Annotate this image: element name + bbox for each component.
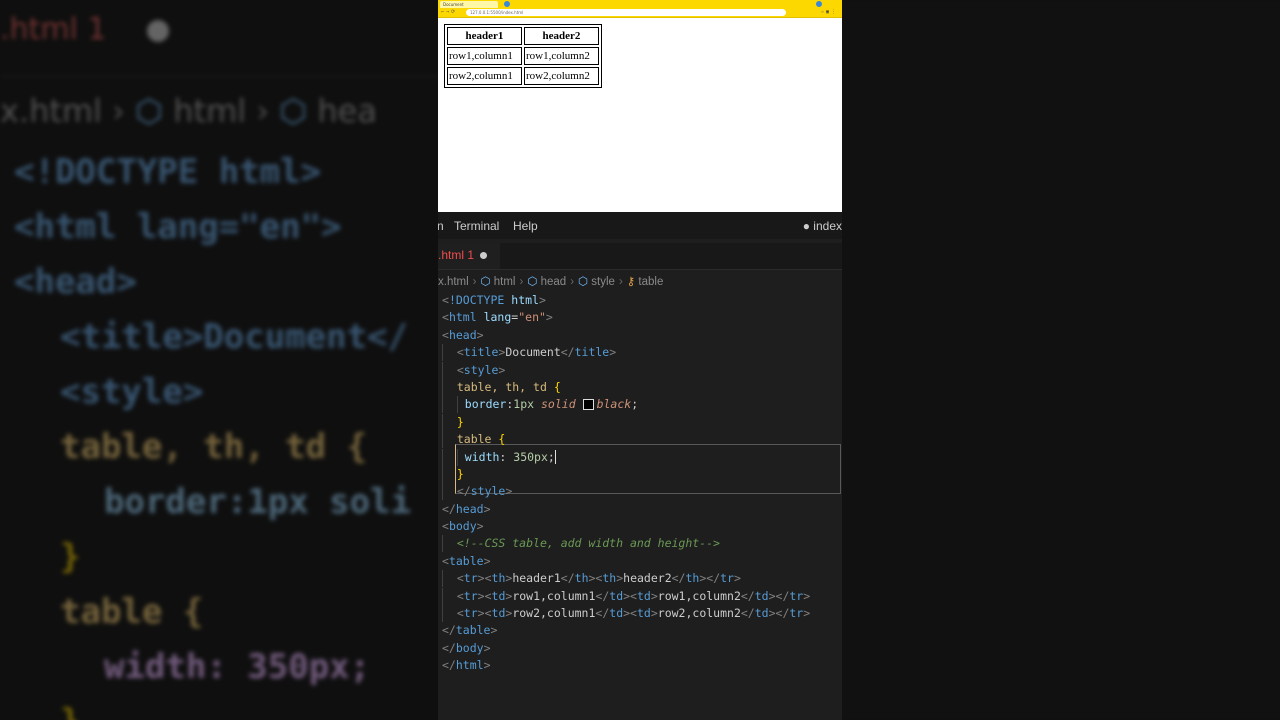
text-cursor xyxy=(554,450,556,465)
browser-tab[interactable]: Document xyxy=(440,1,498,8)
menu-item-help[interactable]: Help xyxy=(513,219,538,233)
code-line: <tr><th>header1</th><th>header2</th></tr… xyxy=(442,570,810,588)
center-recording: Document ←→⟳ 127.0.0.1:5500/index.html ☆… xyxy=(438,0,842,720)
breadcrumb-head[interactable]: head xyxy=(541,276,567,288)
bg-line-1: <!DOCTYPE html> xyxy=(14,152,322,192)
code-line: </style> xyxy=(442,483,810,501)
breadcrumb-file[interactable]: x.html xyxy=(438,276,469,288)
address-bar[interactable]: 127.0.0.1:5500/index.html xyxy=(466,9,786,16)
table-header-cell: header1 xyxy=(447,27,522,45)
breadcrumb-table[interactable]: table xyxy=(638,276,663,288)
bg-line-7: border:1px soli xyxy=(104,482,412,522)
editor-tab-name: .html 1 xyxy=(438,248,475,262)
code-line: <tr><td>row1,column1</td><td>row1,column… xyxy=(442,587,810,605)
code-line: <html lang="en"> xyxy=(442,310,553,325)
rendered-table: header1 header2 row1,column1 row1,column… xyxy=(444,24,602,88)
menu-item-partial[interactable]: n xyxy=(438,219,444,233)
menu-bar: n Terminal Help ● index xyxy=(438,212,842,239)
color-swatch-icon[interactable] xyxy=(582,399,594,411)
cube-icon: ⬡ xyxy=(527,276,538,288)
bg-line-11: } xyxy=(60,702,80,720)
bg-line-10: width: 350px; xyxy=(104,647,371,687)
bg-line-3: <head> xyxy=(14,262,137,302)
bg-line-6: table, th, td { xyxy=(60,427,368,467)
code-line: border:1px solid black; xyxy=(442,396,810,414)
bg-unsaved-dot xyxy=(146,19,169,42)
code-line: </html> xyxy=(442,658,491,673)
breadcrumb: x.html › ⬡ html › ⬡ head › ⬡ style › ⚷ table xyxy=(438,276,664,288)
code-line: </head> xyxy=(442,501,491,516)
bg-line-5: <style> xyxy=(60,372,204,412)
cube-icon: ⬡ xyxy=(578,276,589,288)
menu-item-terminal[interactable]: Terminal xyxy=(454,219,499,233)
code-line: <tr><td>row2,column1</td><td>row2,column… xyxy=(442,605,810,623)
bg-tab: .html 1 xyxy=(0,12,169,47)
address-bar-url: 127.0.0.1:5500/index.html xyxy=(470,10,524,15)
vscode-editor: n Terminal Help ● index .html 1 x.html › ⬡… xyxy=(438,212,842,720)
bg-cube-icon: ⬡ xyxy=(135,92,164,130)
table-row: row1,column1 row1,column2 xyxy=(447,47,599,65)
bg-line-9: table { xyxy=(60,592,204,632)
cube-icon: ⬡ xyxy=(480,276,491,288)
code-area[interactable]: <!DOCTYPE html> <html lang="en"> <head> … xyxy=(442,292,810,675)
unsaved-dot-icon[interactable] xyxy=(480,252,488,260)
nav-arrows-icon[interactable]: ←→⟳ xyxy=(441,10,457,15)
background-zoom-left: .html 1 x.html › ⬡ html › ⬡ hea <!DOCTYP… xyxy=(0,0,438,720)
code-line: <!--CSS table, add width and height--> xyxy=(442,535,810,553)
editor-tab-bar: .html 1 xyxy=(438,243,842,270)
table-header-cell: header2 xyxy=(524,27,599,45)
code-line: table, th, td { xyxy=(442,378,810,396)
code-line: width: 350px; xyxy=(442,448,810,466)
bg-bread-html: html xyxy=(173,92,247,130)
bg-line-8: } xyxy=(60,537,81,577)
code-line: <title>Document</title> xyxy=(442,344,810,362)
editor-tab[interactable]: .html 1 xyxy=(438,243,500,269)
table-cell: row2,column2 xyxy=(524,67,599,85)
new-tab-icon[interactable] xyxy=(504,1,510,7)
table-cell: row1,column1 xyxy=(447,47,522,65)
code-line: <head> xyxy=(442,327,484,342)
browser-tab-title: Document xyxy=(443,2,464,7)
table-cell: row2,column1 xyxy=(447,67,522,85)
code-line: </table> xyxy=(442,623,498,638)
code-line: <!DOCTYPE html> xyxy=(442,293,546,307)
bg-bread-file: x.html xyxy=(0,92,102,130)
profile-icon[interactable] xyxy=(816,1,822,7)
bg-tab-name: .html 1 xyxy=(0,12,107,47)
browser-window: Document ←→⟳ 127.0.0.1:5500/index.html ☆… xyxy=(438,0,842,212)
browser-toolbar: ←→⟳ 127.0.0.1:5500/index.html ☆▣⋮ xyxy=(438,8,842,18)
code-line: <body> xyxy=(442,519,484,534)
table-header-row: header1 header2 xyxy=(447,27,599,45)
code-line: } xyxy=(442,413,810,431)
breadcrumb-style[interactable]: style xyxy=(591,276,615,288)
selector-icon: ⚷ xyxy=(626,276,636,288)
browser-tabstrip: Document xyxy=(438,0,842,8)
code-line: <table> xyxy=(442,553,491,568)
bg-bread-head: hea xyxy=(317,92,377,130)
breadcrumb-html[interactable]: html xyxy=(494,276,516,288)
bg-line-2: <html lang="en"> xyxy=(14,207,342,247)
bg-separator xyxy=(0,76,438,77)
table-cell: row1,column2 xyxy=(524,47,599,65)
window-title: ● index xyxy=(802,219,842,233)
bg-breadcrumb: x.html › ⬡ html › ⬡ hea xyxy=(0,92,377,130)
table-row: row2,column1 row2,column2 xyxy=(447,67,599,85)
code-line: } xyxy=(442,465,810,483)
code-line: <style> xyxy=(442,361,810,379)
rendered-page: header1 header2 row1,column1 row1,column… xyxy=(444,24,602,88)
browser-extensions-icon[interactable]: ☆▣⋮ xyxy=(821,9,838,16)
code-line: </body> xyxy=(442,640,491,655)
bg-line-4: <title>Document</ xyxy=(60,317,408,357)
bg-cube-icon-2: ⬡ xyxy=(279,92,308,130)
background-zoom-right xyxy=(842,0,1280,720)
code-line: table { xyxy=(442,431,810,449)
